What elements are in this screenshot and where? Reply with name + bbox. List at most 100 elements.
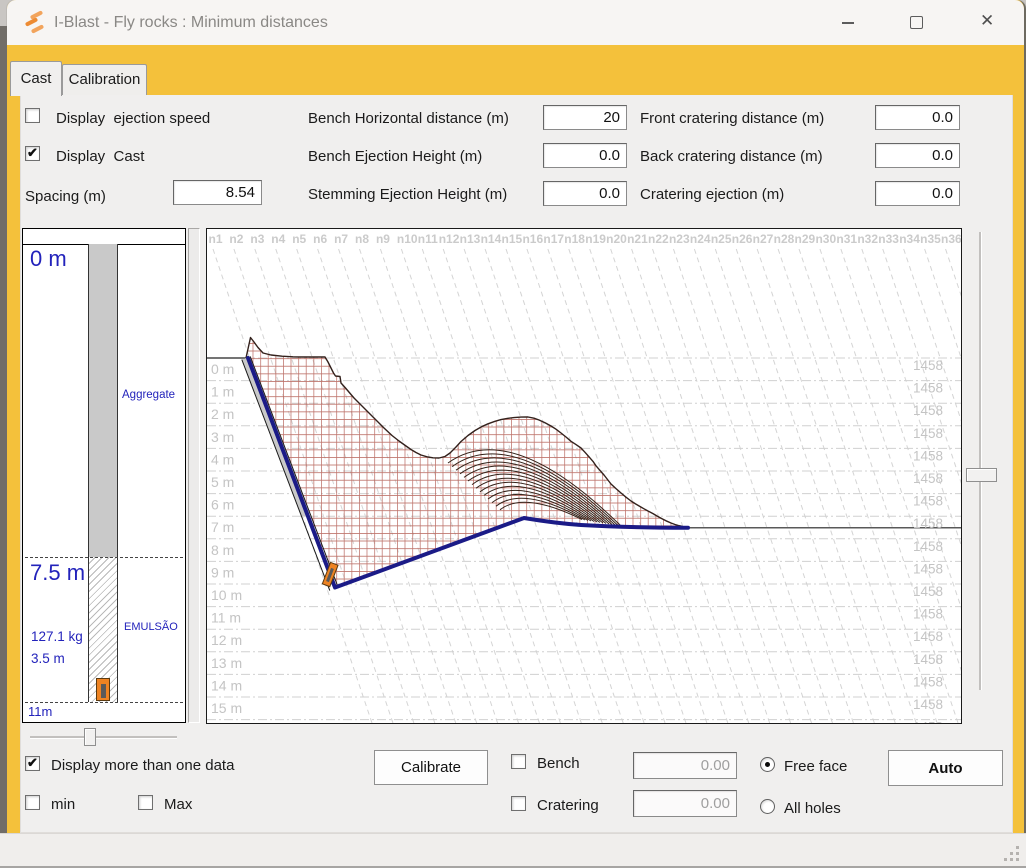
- close-button[interactable]: ✕: [969, 0, 1009, 45]
- right-axis-value: 1458: [913, 358, 943, 373]
- right-axis-value: 1458: [913, 584, 943, 599]
- hole-number-label: n15: [502, 232, 523, 246]
- hole-number-label: n14: [481, 232, 502, 246]
- max-checkbox[interactable]: [138, 795, 153, 810]
- hole-number-label: n32: [857, 232, 878, 246]
- hole-number-label: n7: [334, 232, 348, 246]
- minimize-button[interactable]: [828, 0, 868, 45]
- depth-axis-label: 7 m: [211, 519, 234, 535]
- borehole-slider-thumb[interactable]: [84, 728, 96, 746]
- all-holes-radio[interactable]: [760, 799, 775, 814]
- display-cast-checkbox[interactable]: [25, 146, 40, 161]
- hole-number-label: n25: [711, 232, 732, 246]
- right-axis-value: 1458: [913, 652, 943, 667]
- display-more-than-one-data-label: Display more than one data: [51, 757, 234, 774]
- hole-number-label: n33: [878, 232, 899, 246]
- hole-number-label: n22: [648, 232, 669, 246]
- stemming-ejection-height-input[interactable]: [543, 181, 627, 206]
- bench-checkbox[interactable]: [511, 754, 526, 769]
- calibrate-button[interactable]: Calibrate: [374, 750, 488, 785]
- hole-number-label: n19: [585, 232, 606, 246]
- cratering-value-input[interactable]: [633, 790, 737, 817]
- hole-number-label: n9: [376, 232, 390, 246]
- hole-number-label: n16: [522, 232, 543, 246]
- maximize-button[interactable]: [896, 0, 936, 45]
- borehole-panel-scroll-channel[interactable]: [188, 228, 200, 723]
- bench-ejection-height-label: Bench Ejection Height (m): [308, 148, 482, 165]
- charge-length-label: 3.5 m: [31, 651, 65, 666]
- hole-number-label: n12: [439, 232, 460, 246]
- resize-grip[interactable]: [1002, 844, 1022, 864]
- depth-axis-label: 13 m: [211, 655, 242, 671]
- chart-vertical-slider-thumb[interactable]: [966, 468, 997, 482]
- borehole-top-depth: 0 m: [30, 246, 67, 272]
- display-cast-label: Display Cast: [56, 148, 144, 165]
- min-checkbox[interactable]: [25, 795, 40, 810]
- depth-axis-label: 1 m: [211, 384, 234, 400]
- depth-axis-label: 5 m: [211, 474, 234, 490]
- right-axis-value: 1458: [913, 720, 943, 723]
- depth-axis-label: 11 m: [211, 610, 241, 626]
- bench-horizontal-distance-label: Bench Horizontal distance (m): [308, 110, 509, 127]
- cratering-ejection-label: Cratering ejection (m): [640, 186, 784, 203]
- tab-cast[interactable]: Cast: [10, 61, 62, 96]
- hole-number-label: n31: [836, 232, 857, 246]
- bench-value-input[interactable]: [633, 752, 737, 779]
- free-face-radio[interactable]: [760, 757, 775, 772]
- right-axis-value: 1458: [913, 403, 943, 418]
- hole-number-label: n28: [774, 232, 795, 246]
- borehole-slider-track[interactable]: [30, 736, 177, 739]
- depth-axis-label: 2 m: [211, 406, 234, 422]
- depth-axis-label: 4 m: [211, 451, 234, 467]
- charge-mass-label: 127.1 kg: [31, 629, 83, 644]
- hole-number-label: n5: [292, 232, 306, 246]
- depth-axis-label: 0 m: [211, 361, 234, 377]
- hole-number-label: n24: [690, 232, 711, 246]
- display-ejection-speed-checkbox[interactable]: [25, 108, 40, 123]
- chart-vertical-slider-track[interactable]: [979, 232, 982, 690]
- right-axis-value: 1458: [913, 629, 943, 644]
- front-cratering-distance-input[interactable]: [875, 105, 960, 130]
- min-label: min: [51, 796, 75, 813]
- right-axis-value: 1458: [913, 381, 943, 396]
- background-window-edge: [0, 26, 7, 833]
- back-cratering-distance-input[interactable]: [875, 143, 960, 168]
- bench-horizontal-distance-input[interactable]: [543, 105, 627, 130]
- stemming-ejection-height-label: Stemming Ejection Height (m): [308, 186, 507, 203]
- hole-number-label: n35: [920, 232, 941, 246]
- depth-axis-label: 12 m: [211, 632, 242, 648]
- hole-number-label: n21: [627, 232, 648, 246]
- tab-calibration[interactable]: Calibration: [62, 64, 147, 95]
- hole-number-label: n17: [543, 232, 564, 246]
- window-title: I-Blast - Fly rocks : Minimum distances: [54, 0, 328, 45]
- blast-profile-chart: n1n2n3n4n5n6n7n8n9n10n11n12n13n14n15n16n…: [206, 228, 962, 724]
- cratering-ejection-input[interactable]: [875, 181, 960, 206]
- max-label: Max: [164, 796, 192, 813]
- hole-number-label: n23: [669, 232, 690, 246]
- free-face-label: Free face: [784, 758, 847, 775]
- maximize-icon: [910, 16, 923, 29]
- hole-number-label: n13: [460, 232, 481, 246]
- hole-depth-label: 11m: [28, 704, 52, 719]
- close-icon: ✕: [980, 11, 994, 31]
- bench-ejection-height-input[interactable]: [543, 143, 627, 168]
- charge-top-depth-label: 7.5 m: [30, 560, 85, 586]
- hole-number-label: n18: [564, 232, 585, 246]
- app-logo-icon: [23, 11, 47, 35]
- right-axis-value: 1458: [913, 448, 943, 463]
- display-ejection-speed-label: Display ejection speed: [56, 110, 210, 127]
- right-axis-value: 1458: [913, 494, 943, 509]
- hole-number-label: n27: [753, 232, 774, 246]
- detonator-icon: [96, 678, 110, 701]
- right-axis-value: 1458: [913, 697, 943, 712]
- charge-top-depth-line: [25, 557, 183, 558]
- bench-label: Bench: [537, 755, 580, 772]
- explosive-name-label: EMULSÃO: [124, 621, 178, 633]
- cratering-checkbox[interactable]: [511, 796, 526, 811]
- right-axis-value: 1458: [913, 426, 943, 441]
- hole-number-label: n20: [606, 232, 627, 246]
- auto-button[interactable]: Auto: [888, 750, 1003, 786]
- hole-number-label: n3: [250, 232, 264, 246]
- spacing-input[interactable]: [173, 180, 262, 205]
- display-more-than-one-data-checkbox[interactable]: [25, 756, 40, 771]
